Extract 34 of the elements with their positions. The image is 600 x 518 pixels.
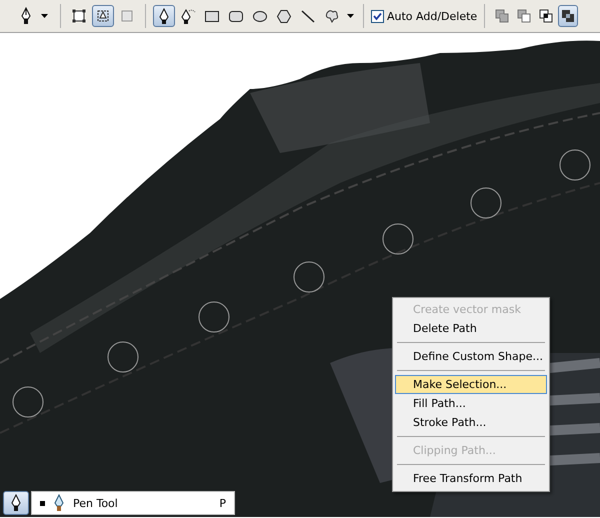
pen-icon <box>53 494 65 512</box>
auto-add-delete-checkbox[interactable]: Auto Add/Delete <box>371 10 478 22</box>
freeform-pen-icon <box>180 8 196 24</box>
shape-layers-icon <box>72 9 86 23</box>
line-icon <box>300 8 316 24</box>
menu-item[interactable]: Make Selection... <box>395 375 547 394</box>
path-subtract-icon <box>517 9 532 23</box>
menu-item[interactable]: Fill Path... <box>395 394 547 413</box>
exclude-path-button[interactable] <box>558 5 578 27</box>
path-add-icon <box>495 9 510 23</box>
fill-pixels-icon <box>120 9 134 23</box>
pen-icon <box>9 494 23 512</box>
rounded-rectangle-icon <box>228 8 244 24</box>
menu-item[interactable]: Delete Path <box>395 319 547 338</box>
paths-icon <box>96 9 110 23</box>
paths-mode-button[interactable] <box>92 5 114 27</box>
caret-icon[interactable] <box>347 14 354 18</box>
caret-icon <box>41 14 48 18</box>
checkbox[interactable] <box>371 10 384 22</box>
menu-item[interactable]: Define Custom Shape... <box>395 347 547 366</box>
menu-item[interactable]: Stroke Path... <box>395 413 547 432</box>
tool-name[interactable]: Pen Tool <box>73 496 212 510</box>
pen-tool-button[interactable] <box>3 491 29 515</box>
custom-shape-icon <box>324 8 340 24</box>
ellipse-icon <box>252 8 268 24</box>
pen-tool-button[interactable] <box>153 5 175 27</box>
shortcut-key: P <box>219 496 226 510</box>
checkmark-icon <box>373 12 382 20</box>
rectangle-icon <box>204 8 220 24</box>
path-intersect-icon <box>539 9 554 23</box>
menu-item[interactable]: Free Transform Path <box>395 469 547 488</box>
path-exclude-icon <box>561 9 576 23</box>
polygon-icon <box>276 8 292 24</box>
pen-icon <box>19 7 33 25</box>
